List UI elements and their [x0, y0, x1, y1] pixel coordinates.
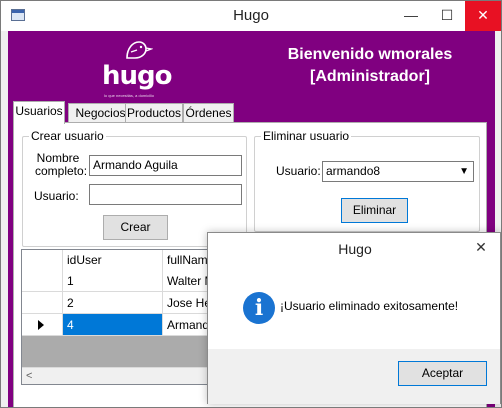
- message-dialog: Hugo ✕ i ¡Usuario eliminado exitosamente…: [207, 232, 501, 404]
- dialog-footer: Aceptar: [208, 349, 500, 404]
- dialog-title: Hugo: [338, 241, 372, 257]
- brand-tagline: lo que necesitás, a domicilio: [104, 93, 155, 98]
- cell-fullname[interactable]: Jose Her: [163, 292, 210, 314]
- title-bar[interactable]: Hugo — ☐ ✕: [1, 1, 501, 31]
- cell-iduser[interactable]: 2: [63, 292, 163, 314]
- scroll-left-icon[interactable]: <: [26, 368, 32, 384]
- cell-fullname[interactable]: Walter M: [163, 270, 210, 292]
- dialog-message: ¡Usuario eliminado exitosamente!: [280, 299, 459, 313]
- fullname-label: Nombre completo:: [35, 152, 88, 178]
- chevron-down-icon[interactable]: ▼: [459, 162, 469, 181]
- info-icon: i: [243, 292, 275, 324]
- welcome-role: [Administrador]: [310, 68, 430, 85]
- row-header-current[interactable]: [22, 314, 63, 336]
- bird-logo-icon: [126, 41, 153, 59]
- horizontal-scrollbar[interactable]: <: [22, 367, 210, 384]
- minimize-button[interactable]: —: [393, 1, 429, 31]
- create-user-group: Crear usuario Nombre completo: Armando A…: [22, 129, 247, 247]
- current-row-arrow-icon: [38, 320, 44, 330]
- tab-productos[interactable]: Productos: [125, 103, 183, 123]
- row-header[interactable]: [22, 270, 63, 292]
- cell-iduser-selected[interactable]: 4: [63, 314, 163, 336]
- grid-corner-header: [22, 250, 63, 270]
- column-header-fullname[interactable]: fullName: [163, 250, 210, 270]
- close-button[interactable]: ✕: [465, 1, 501, 31]
- dialog-close-button[interactable]: ✕: [464, 233, 498, 261]
- delete-user-group: Eliminar usuario Usuario: armando8 ▼ Eli…: [254, 129, 480, 232]
- column-header-iduser[interactable]: idUser: [63, 250, 163, 270]
- cell-iduser[interactable]: 1: [63, 270, 163, 292]
- users-grid[interactable]: idUser fullName 1 Walter M 2 Jose Her 4 …: [21, 249, 211, 385]
- tab-usuarios[interactable]: Usuarios: [13, 101, 65, 124]
- cell-fullname[interactable]: Armando: [163, 314, 210, 336]
- tab-ordenes[interactable]: Órdenes: [183, 103, 234, 123]
- delete-user-select[interactable]: armando8 ▼: [322, 161, 474, 182]
- row-header[interactable]: [22, 292, 63, 314]
- fullname-label-line2: completo:: [35, 164, 88, 178]
- tab-negocios[interactable]: Negocios: [68, 103, 133, 123]
- fullname-field[interactable]: Armando Aguila: [89, 155, 242, 176]
- grid-header-row: idUser fullName: [22, 250, 210, 270]
- create-button[interactable]: Crear: [103, 215, 168, 240]
- create-username-field[interactable]: [89, 184, 242, 205]
- welcome-message: Bienvenido wmorales [Administrador]: [270, 44, 470, 88]
- accept-button[interactable]: Aceptar: [398, 361, 487, 386]
- maximize-button[interactable]: ☐: [429, 1, 465, 31]
- delete-user-selected-value: armando8: [326, 164, 381, 178]
- delete-button[interactable]: Eliminar: [341, 198, 408, 223]
- create-username-label: Usuario:: [34, 189, 79, 203]
- brand-logo-text: hugo: [102, 61, 172, 91]
- create-user-legend: Crear usuario: [29, 129, 106, 143]
- delete-user-legend: Eliminar usuario: [261, 129, 352, 143]
- delete-username-label: Usuario:: [276, 164, 321, 178]
- welcome-user: Bienvenido wmorales: [287, 46, 453, 63]
- main-window: Hugo — ☐ ✕ hugo lo que necesitás, a domi…: [0, 0, 502, 408]
